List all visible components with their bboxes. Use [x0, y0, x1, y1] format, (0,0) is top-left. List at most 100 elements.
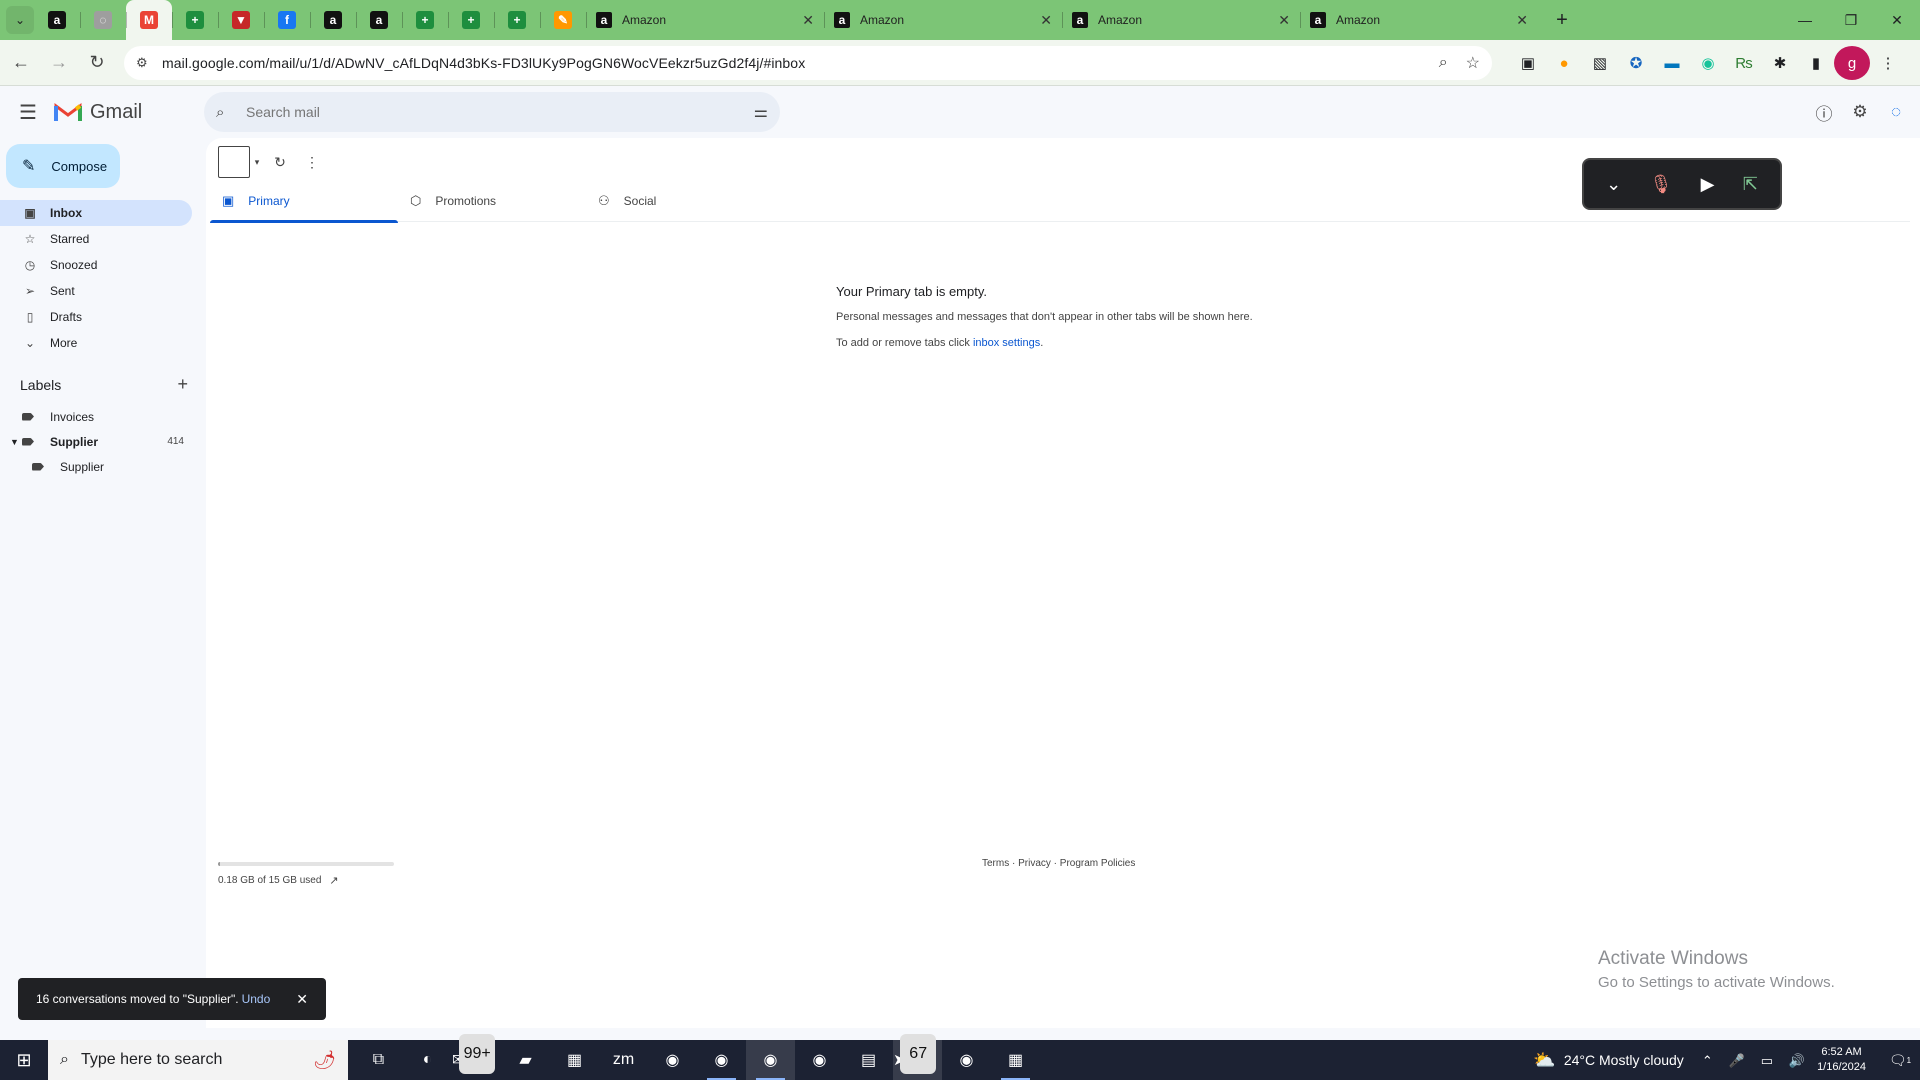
- chrome-icon[interactable]: ◉: [697, 1040, 746, 1080]
- sidebar-item-sent[interactable]: ➢ Sent: [0, 278, 192, 304]
- grammarly-icon[interactable]: ◉: [1690, 46, 1726, 80]
- zoom-icon[interactable]: ⌕: [1439, 54, 1448, 72]
- search-options-icon[interactable]: ⚌: [754, 102, 768, 122]
- select-all-checkbox[interactable]: [218, 146, 250, 178]
- mail-app-icon[interactable]: ✉99+: [452, 1034, 501, 1080]
- forward-icon[interactable]: →: [42, 46, 76, 80]
- tab-social[interactable]: ⚇ Social: [586, 180, 774, 222]
- chrome-icon[interactable]: ◉: [648, 1040, 697, 1080]
- pinned-tab[interactable]: +: [402, 0, 448, 40]
- account-loading-icon[interactable]: ◌: [1878, 92, 1914, 132]
- pinned-tab[interactable]: ✎: [540, 0, 586, 40]
- profile-avatar[interactable]: g: [1834, 46, 1870, 80]
- main-menu-icon[interactable]: ☰: [4, 88, 52, 136]
- tab-promotions[interactable]: ⬡ Promotions: [398, 180, 586, 222]
- chrome-icon[interactable]: ◉: [942, 1040, 991, 1080]
- browser-tab[interactable]: a Amazon ✕: [586, 0, 824, 40]
- sidebar-item-starred[interactable]: ☆ Starred: [0, 226, 192, 252]
- label-item[interactable]: Supplier: [0, 454, 192, 479]
- help-icon[interactable]: ⓘ: [1806, 92, 1842, 132]
- notification-center-icon[interactable]: 🗨 1: [1880, 1040, 1920, 1080]
- close-window-icon[interactable]: ✕: [1874, 0, 1920, 40]
- taskbar-search[interactable]: ⌕ Type here to search 🌶: [48, 1040, 348, 1080]
- close-tab-icon[interactable]: ✕: [1278, 12, 1290, 29]
- tab-primary[interactable]: ▣ Primary: [210, 180, 398, 223]
- zm-extension-icon[interactable]: ▬: [1654, 46, 1690, 80]
- close-tab-icon[interactable]: ✕: [802, 12, 814, 29]
- pinned-tab[interactable]: ◌: [80, 0, 126, 40]
- restore-icon[interactable]: ❐: [1828, 0, 1874, 40]
- footer-links[interactable]: Terms · Privacy · Program Policies: [982, 858, 1135, 869]
- back-icon[interactable]: ←: [4, 46, 38, 80]
- address-bar[interactable]: ⚙ mail.google.com/mail/u/1/d/ADwNV_cAfLD…: [124, 46, 1492, 80]
- side-panel-icon[interactable]: ▮: [1798, 46, 1834, 80]
- settings-gear-icon[interactable]: ⚙: [1842, 92, 1878, 132]
- gmail-logo[interactable]: Gmail: [54, 101, 142, 124]
- inbox-settings-link[interactable]: inbox settings: [973, 337, 1040, 349]
- search-input[interactable]: [246, 104, 754, 120]
- show-hidden-icons-icon[interactable]: ⌃: [1702, 1053, 1713, 1068]
- chrome-icon[interactable]: ◉: [795, 1040, 844, 1080]
- new-tab-button[interactable]: +: [1548, 9, 1576, 32]
- telegram-icon[interactable]: ➤67: [893, 1034, 942, 1080]
- calculator-icon[interactable]: ▦: [991, 1040, 1040, 1080]
- pinned-tab[interactable]: M: [126, 0, 172, 40]
- edge-icon[interactable]: ◐: [403, 1040, 452, 1080]
- camera-icon[interactable]: ▶: [1701, 174, 1715, 195]
- close-tab-icon[interactable]: ✕: [1516, 12, 1528, 29]
- browser-tab[interactable]: a Amazon ✕: [824, 0, 1062, 40]
- extensions-puzzle-icon[interactable]: ✱: [1762, 46, 1798, 80]
- file-explorer-icon[interactable]: ▰: [501, 1040, 550, 1080]
- bookmark-star-icon[interactable]: ☆: [1466, 53, 1480, 73]
- create-label-button[interactable]: +: [177, 374, 188, 395]
- collapse-chevron-icon[interactable]: ⌄: [1606, 174, 1621, 195]
- pinned-tab[interactable]: ▼: [218, 0, 264, 40]
- popout-icon[interactable]: ⇱: [1743, 174, 1758, 195]
- orange-extension-icon[interactable]: ●: [1546, 46, 1582, 80]
- image-extension-icon[interactable]: ▧: [1582, 46, 1618, 80]
- label-item[interactable]: Invoices: [0, 404, 192, 429]
- browser-menu-icon[interactable]: ⋮: [1870, 46, 1906, 80]
- select-dropdown-icon[interactable]: ▾: [250, 146, 264, 178]
- sidebar-item-inbox[interactable]: ▣ Inbox: [0, 200, 192, 226]
- rs-extension-icon[interactable]: ₨: [1726, 46, 1762, 80]
- undo-button[interactable]: Undo: [242, 992, 271, 1006]
- label-item[interactable]: ▼ Supplier 414: [0, 429, 192, 454]
- refresh-icon[interactable]: ↻: [264, 146, 296, 178]
- pinned-tab[interactable]: +: [448, 0, 494, 40]
- sidebar-item-more[interactable]: ⌄ More: [0, 330, 192, 356]
- pinned-tab[interactable]: f: [264, 0, 310, 40]
- tab-search-icon[interactable]: ⌄: [6, 6, 34, 34]
- more-options-icon[interactable]: ⋮: [296, 146, 328, 178]
- expand-caret-icon[interactable]: ▼: [10, 437, 19, 447]
- sidebar-item-drafts[interactable]: ▯ Drafts: [0, 304, 192, 330]
- microphone-icon[interactable]: 🎤: [1729, 1053, 1745, 1068]
- sticky-notes-icon[interactable]: ▤: [844, 1040, 893, 1080]
- network-icon[interactable]: ▭: [1761, 1053, 1773, 1068]
- sidebar-item-snoozed[interactable]: ◷ Snoozed: [0, 252, 192, 278]
- pinned-tab[interactable]: a: [356, 0, 402, 40]
- chrome-icon[interactable]: ◉: [746, 1040, 795, 1080]
- mic-off-icon[interactable]: 🎙: [1649, 174, 1672, 195]
- task-view-icon[interactable]: ⧉: [354, 1040, 403, 1080]
- minimize-icon[interactable]: —: [1782, 0, 1828, 40]
- clock[interactable]: 6:52 AM 1/16/2024: [1817, 1045, 1866, 1075]
- pinned-tab[interactable]: a: [34, 0, 80, 40]
- reload-icon[interactable]: ↻: [80, 46, 114, 80]
- compose-button[interactable]: ✎ Compose: [6, 144, 120, 188]
- volume-icon[interactable]: 🔊: [1789, 1053, 1805, 1068]
- pinned-tab[interactable]: +: [494, 0, 540, 40]
- open-external-icon[interactable]: ↗: [329, 874, 338, 887]
- pinned-tab[interactable]: +: [172, 0, 218, 40]
- windows-start-icon[interactable]: ⊞: [0, 1040, 48, 1080]
- site-info-icon[interactable]: ⚙: [136, 55, 152, 71]
- store-icon[interactable]: ▦: [550, 1040, 599, 1080]
- close-toast-icon[interactable]: ✕: [296, 991, 308, 1008]
- blue-extension-icon[interactable]: ✪: [1618, 46, 1654, 80]
- weather-widget[interactable]: ⛅ 24°C Mostly cloudy: [1533, 1050, 1683, 1071]
- close-tab-icon[interactable]: ✕: [1040, 12, 1052, 29]
- pinned-tab[interactable]: a: [310, 0, 356, 40]
- browser-tab[interactable]: a Amazon ✕: [1300, 0, 1538, 40]
- browser-tab[interactable]: a Amazon ✕: [1062, 0, 1300, 40]
- zoom-icon[interactable]: zm: [599, 1040, 648, 1080]
